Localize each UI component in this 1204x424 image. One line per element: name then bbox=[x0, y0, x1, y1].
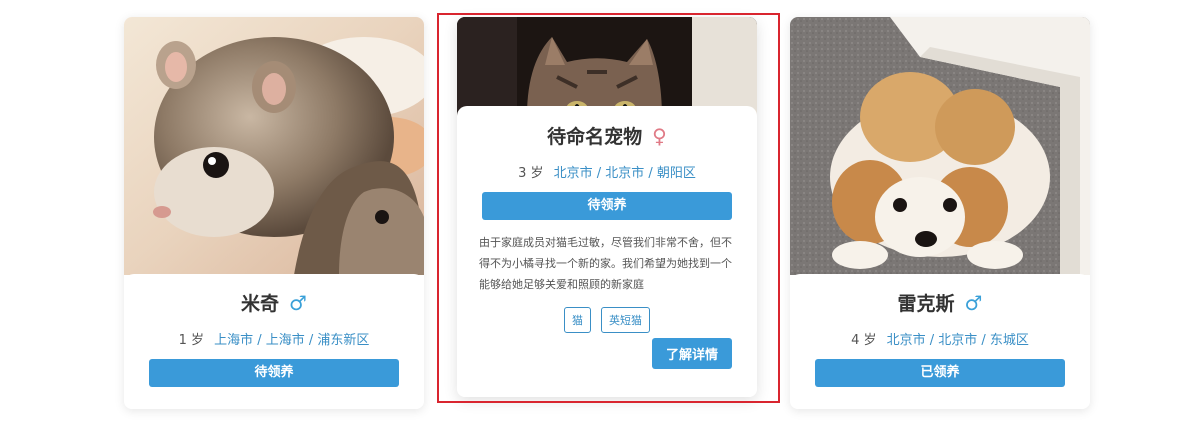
pet-photo-puppy[interactable] bbox=[790, 17, 1090, 275]
pet-location: 北京市 / 北京市 / 东城区 bbox=[886, 333, 1029, 348]
tag-breed[interactable]: 英短猫 bbox=[601, 307, 650, 333]
pet-name: 待命名宠物 bbox=[547, 126, 643, 148]
female-icon: ♀ bbox=[652, 123, 667, 148]
pet-info-panel: 米奇 ♂ 1 岁 上海市 / 上海市 / 浦东新区 待领养 bbox=[124, 274, 424, 409]
pet-card[interactable]: 米奇 ♂ 1 岁 上海市 / 上海市 / 浦东新区 待领养 bbox=[124, 17, 424, 409]
tag-species[interactable]: 猫 bbox=[564, 307, 591, 333]
pet-meta: 3 岁 北京市 / 北京市 / 朝阳区 bbox=[457, 162, 757, 181]
pet-name-row: 米奇 ♂ bbox=[124, 289, 424, 316]
pet-meta: 1 岁 上海市 / 上海市 / 浦东新区 bbox=[124, 329, 424, 348]
pet-name-row: 待命名宠物 ♀ bbox=[457, 122, 757, 149]
adoption-status-button[interactable]: 待领养 bbox=[482, 192, 732, 220]
pet-name: 雷克斯 bbox=[897, 293, 955, 315]
pet-location: 上海市 / 上海市 / 浦东新区 bbox=[214, 333, 370, 348]
adoption-status-button[interactable]: 待领养 bbox=[149, 359, 399, 387]
pet-card[interactable]: 待命名宠物 ♀ 3 岁 北京市 / 北京市 / 朝阳区 待领养 由于家庭成员对猫… bbox=[457, 17, 757, 397]
pet-info-panel: 待命名宠物 ♀ 3 岁 北京市 / 北京市 / 朝阳区 待领养 由于家庭成员对猫… bbox=[457, 106, 757, 397]
pet-age: 1 岁 bbox=[178, 333, 204, 348]
pet-name-row: 雷克斯 ♂ bbox=[790, 289, 1090, 316]
pet-location: 北京市 / 北京市 / 朝阳区 bbox=[553, 166, 696, 181]
adoption-status-button[interactable]: 已领养 bbox=[815, 359, 1065, 387]
pet-meta: 4 岁 北京市 / 北京市 / 东城区 bbox=[790, 329, 1090, 348]
pet-name: 米奇 bbox=[241, 293, 280, 315]
pet-info-panel: 雷克斯 ♂ 4 岁 北京市 / 北京市 / 东城区 已领养 bbox=[790, 274, 1090, 409]
pet-age: 3 岁 bbox=[518, 166, 544, 181]
pet-card[interactable]: 雷克斯 ♂ 4 岁 北京市 / 北京市 / 东城区 已领养 bbox=[790, 17, 1090, 409]
pet-age: 4 岁 bbox=[851, 333, 877, 348]
pet-description: 由于家庭成员对猫毛过敏，尽管我们非常不舍，但不得不为小橘寻找一个新的家。我们希望… bbox=[479, 236, 732, 291]
pet-photo-hamster[interactable] bbox=[124, 17, 424, 275]
male-icon: ♂ bbox=[964, 290, 983, 315]
learn-more-button[interactable]: 了解详情 bbox=[651, 338, 732, 369]
pet-photo-kitten[interactable] bbox=[457, 17, 757, 117]
male-icon: ♂ bbox=[289, 290, 307, 315]
pet-tags: 猫 英短猫 bbox=[457, 307, 757, 333]
pet-card-grid: 米奇 ♂ 1 岁 上海市 / 上海市 / 浦东新区 待领养 待命名宠物 ♀ 3 … bbox=[0, 0, 1204, 424]
